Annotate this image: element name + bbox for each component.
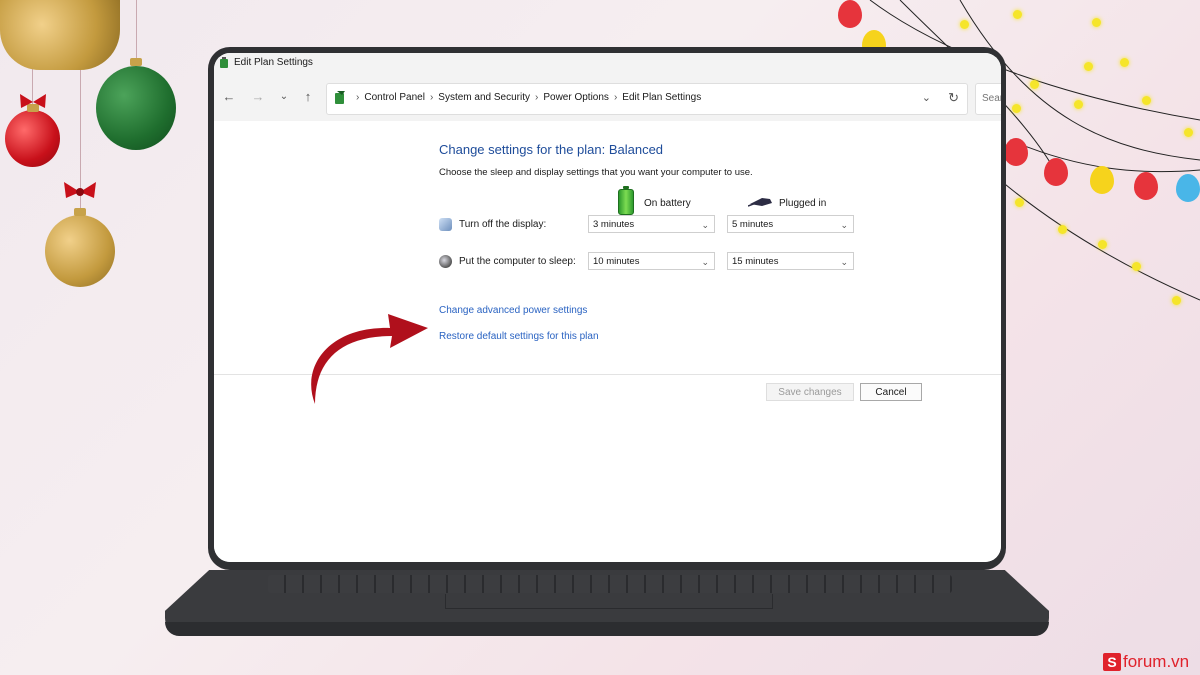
sleep-plugged-in-select[interactable]: 15 minutes ⌄ [727, 252, 854, 270]
column-header-on-battery: On battery [644, 198, 691, 209]
red-pointer-arrow-icon [311, 314, 428, 404]
breadcrumb: › Control Panel › System and Security › Power… [351, 92, 701, 103]
laptop-trackpad [445, 594, 773, 609]
recent-locations-chevron-icon[interactable]: ⌄ [276, 89, 292, 105]
sleep-on-battery-select[interactable]: 10 minutes ⌄ [588, 252, 715, 270]
sleep-plugged-in-value: 15 minutes [732, 256, 779, 267]
sleep-moon-icon [439, 255, 452, 268]
red-ornament-icon [5, 110, 60, 167]
red-bow-icon [64, 182, 96, 198]
breadcrumb-system-and-security[interactable]: System and Security [438, 92, 530, 103]
back-arrow-icon[interactable]: ← [221, 89, 237, 105]
red-bulb-icon [838, 0, 862, 28]
gold-bell-icon [0, 0, 120, 70]
search-box[interactable]: Sear [975, 83, 1001, 115]
display-icon [439, 218, 452, 231]
red-bow-icon [20, 94, 46, 108]
breadcrumb-chevron-icon: › [613, 92, 618, 103]
breadcrumb-chevron-icon: › [535, 92, 539, 103]
red-bulb-icon [1004, 138, 1028, 166]
address-dropdown-chevron-icon[interactable]: ⌄ [922, 91, 931, 104]
red-bulb-icon [1134, 172, 1158, 200]
sleep-on-battery-value: 10 minutes [593, 256, 640, 267]
display-timeout-label: Turn off the display: [459, 219, 547, 230]
sforum-logo: S forum.vn [1103, 651, 1189, 673]
breadcrumb-chevron-icon: › [429, 92, 434, 103]
power-options-icon [220, 57, 228, 68]
breadcrumb-chevron-icon: › [356, 92, 360, 103]
breadcrumb-control-panel[interactable]: Control Panel [364, 92, 425, 103]
sleep-timeout-label: Put the computer to sleep: [459, 256, 576, 267]
laptop-keyboard [268, 575, 952, 593]
battery-icon [618, 186, 634, 215]
search-placeholder: Sear [982, 93, 1001, 104]
up-arrow-icon[interactable]: ↑ [300, 89, 316, 105]
red-bulb-icon [1044, 158, 1068, 186]
save-changes-button[interactable]: Save changes [766, 383, 854, 401]
blue-bulb-icon [1176, 174, 1200, 202]
gold-ornament-icon [45, 215, 115, 287]
chevron-down-icon: ⌄ [840, 257, 848, 267]
display-on-battery-select[interactable]: 3 minutes ⌄ [588, 215, 715, 233]
display-plugged-in-value: 5 minutes [732, 219, 774, 230]
sforum-logo-mark: S [1103, 653, 1121, 671]
change-advanced-power-settings-link[interactable]: Change advanced power settings [439, 305, 587, 316]
chevron-down-icon: ⌄ [840, 220, 848, 230]
chevron-down-icon: ⌄ [701, 257, 709, 267]
chevron-down-icon: ⌄ [701, 220, 709, 230]
display-on-battery-value: 3 minutes [593, 219, 635, 230]
refresh-icon[interactable]: ↻ [948, 90, 959, 106]
yellow-bulb-icon [1090, 166, 1114, 194]
breadcrumb-power-options[interactable]: Power Options [543, 92, 609, 103]
page-description: Choose the sleep and display settings th… [439, 167, 753, 178]
control-panel-icon [335, 91, 345, 104]
display-plugged-in-select[interactable]: 5 minutes ⌄ [727, 215, 854, 233]
cancel-button[interactable]: Cancel [860, 383, 922, 401]
sforum-logo-text: forum.vn [1123, 652, 1190, 671]
navigation-bar: ← → ⌄ ↑ › Control Panel › System and Securi… [214, 75, 1001, 122]
green-ornament-icon [96, 66, 176, 150]
restore-default-settings-link[interactable]: Restore default settings for this plan [439, 331, 599, 342]
page-title: Change settings for the plan: Balanced [439, 142, 664, 157]
address-bar[interactable]: › Control Panel › System and Security › Power… [326, 83, 968, 115]
title-bar: Edit Plan Settings [214, 53, 1001, 75]
forward-arrow-icon[interactable]: → [250, 89, 266, 105]
column-header-plugged-in: Plugged in [779, 198, 827, 209]
breadcrumb-edit-plan-settings[interactable]: Edit Plan Settings [622, 92, 701, 103]
power-plug-icon [748, 198, 772, 207]
window-title: Edit Plan Settings [234, 57, 313, 68]
